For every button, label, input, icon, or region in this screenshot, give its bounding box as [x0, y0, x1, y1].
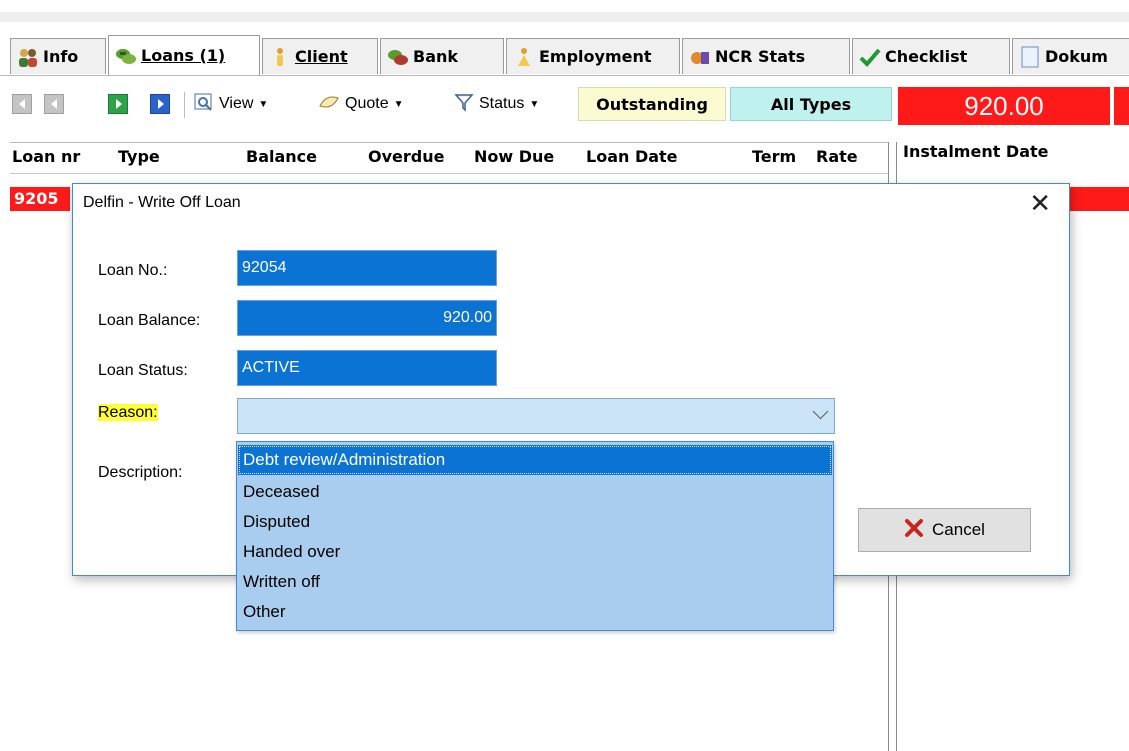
- loan-status-field[interactable]: ACTIVE: [237, 350, 497, 386]
- tab-label: NCR Stats: [715, 47, 806, 66]
- loan-no-field[interactable]: 92054: [237, 250, 497, 286]
- tab-checklist[interactable]: Checklist: [852, 38, 1010, 74]
- tab-label: Bank: [413, 47, 459, 66]
- filter-icon: [454, 92, 474, 117]
- toolbar: View ▼ Quote ▼ Status ▼ Outstanding All …: [0, 86, 1129, 125]
- cancel-x-icon: [904, 518, 924, 543]
- column-header-rate[interactable]: Rate: [816, 147, 858, 166]
- reason-option-written-off[interactable]: Written off: [243, 567, 320, 597]
- loan-balance-label: Loan Balance:: [98, 312, 201, 329]
- next-record-button[interactable]: [108, 94, 128, 114]
- tab-employment[interactable]: Employment: [506, 38, 680, 74]
- reason-label: Reason:: [98, 404, 158, 421]
- info-people-icon: [17, 46, 39, 68]
- first-record-button[interactable]: [12, 94, 32, 114]
- loans-grid-header: Loan nr Type Balance Overdue Now Due Loa…: [10, 142, 888, 174]
- quote-icon: [318, 92, 340, 117]
- chevron-down-icon: ▼: [393, 98, 404, 110]
- column-header-now-due[interactable]: Now Due: [474, 147, 554, 166]
- tab-label: Checklist: [885, 47, 968, 66]
- cancel-button[interactable]: Cancel: [858, 508, 1031, 552]
- view-label: View: [219, 95, 254, 112]
- employment-icon: [513, 46, 535, 68]
- tab-label: Info: [43, 47, 79, 66]
- window-top-strip: [0, 0, 1129, 12]
- quote-button[interactable]: Quote ▼: [318, 90, 404, 118]
- amount-panel-edge: [1114, 87, 1129, 125]
- chevron-down-icon: ▼: [258, 98, 269, 110]
- reason-option-deceased[interactable]: Deceased: [243, 477, 320, 507]
- cancel-label: Cancel: [932, 520, 985, 539]
- loan-status-label: Loan Status:: [98, 362, 188, 379]
- view-icon: [194, 92, 214, 117]
- column-header-loan-date[interactable]: Loan Date: [586, 147, 678, 166]
- reason-option-debt-review[interactable]: Debt review/Administration: [238, 445, 832, 475]
- reason-dropdown[interactable]: [237, 398, 835, 434]
- tab-label: Client: [295, 47, 348, 66]
- all-types-filter[interactable]: All Types: [730, 87, 892, 121]
- document-icon: [1019, 46, 1041, 68]
- column-header-overdue[interactable]: Overdue: [368, 147, 444, 166]
- tab-loans[interactable]: Loans (1): [108, 35, 260, 75]
- status-label: Status: [479, 95, 525, 112]
- tab-client[interactable]: Client: [262, 38, 378, 74]
- tab-info[interactable]: Info: [10, 38, 106, 74]
- previous-record-button[interactable]: [44, 94, 64, 114]
- tab-label: Loans (1): [141, 46, 226, 65]
- chevron-down-icon: ▼: [529, 98, 540, 110]
- loan-no-label: Loan No.:: [98, 262, 168, 279]
- column-header-type[interactable]: Type: [118, 147, 160, 166]
- client-icon: [269, 46, 291, 68]
- tab-ncr-stats[interactable]: NCR Stats: [682, 38, 850, 74]
- reason-option-handed-over[interactable]: Handed over: [243, 537, 340, 567]
- loans-icon: [115, 45, 137, 67]
- toolbar-separator: [184, 92, 185, 118]
- column-header-balance[interactable]: Balance: [246, 147, 317, 166]
- reason-options-list: Debt review/Administration Deceased Disp…: [236, 441, 834, 631]
- column-header-loan-nr[interactable]: Loan nr: [12, 147, 80, 166]
- tab-bank[interactable]: Bank: [380, 38, 504, 74]
- checkmark-icon: [859, 46, 881, 68]
- status-button[interactable]: Status ▼: [454, 90, 539, 118]
- description-label: Description:: [98, 464, 183, 481]
- window-top-bar: [0, 12, 1129, 22]
- table-row[interactable]: 9205: [10, 187, 70, 211]
- tab-strip: Info Loans (1) Client Bank Employment NC…: [0, 35, 1129, 76]
- last-record-button[interactable]: [150, 94, 170, 114]
- tab-dokum[interactable]: Dokum: [1012, 38, 1129, 74]
- tab-label: Dokum: [1045, 47, 1108, 66]
- chevron-down-icon[interactable]: [812, 403, 829, 420]
- close-icon[interactable]: ✕: [1029, 189, 1051, 219]
- tab-label: Employment: [539, 47, 652, 66]
- dialog-title: Delfin - Write Off Loan: [83, 194, 241, 211]
- outstanding-amount: 920.00: [898, 87, 1110, 125]
- column-header-term[interactable]: Term: [752, 147, 796, 166]
- outstanding-filter[interactable]: Outstanding: [578, 87, 726, 121]
- reason-option-other[interactable]: Other: [243, 597, 286, 627]
- reason-option-disputed[interactable]: Disputed: [243, 507, 310, 537]
- column-header-instalment-date[interactable]: Instalment Date: [903, 142, 1049, 161]
- quote-label: Quote: [345, 95, 389, 112]
- view-button[interactable]: View ▼: [194, 90, 268, 118]
- loan-balance-field[interactable]: 920.00: [237, 300, 497, 336]
- bank-icon: [387, 46, 409, 68]
- ncr-stats-icon: [689, 46, 711, 68]
